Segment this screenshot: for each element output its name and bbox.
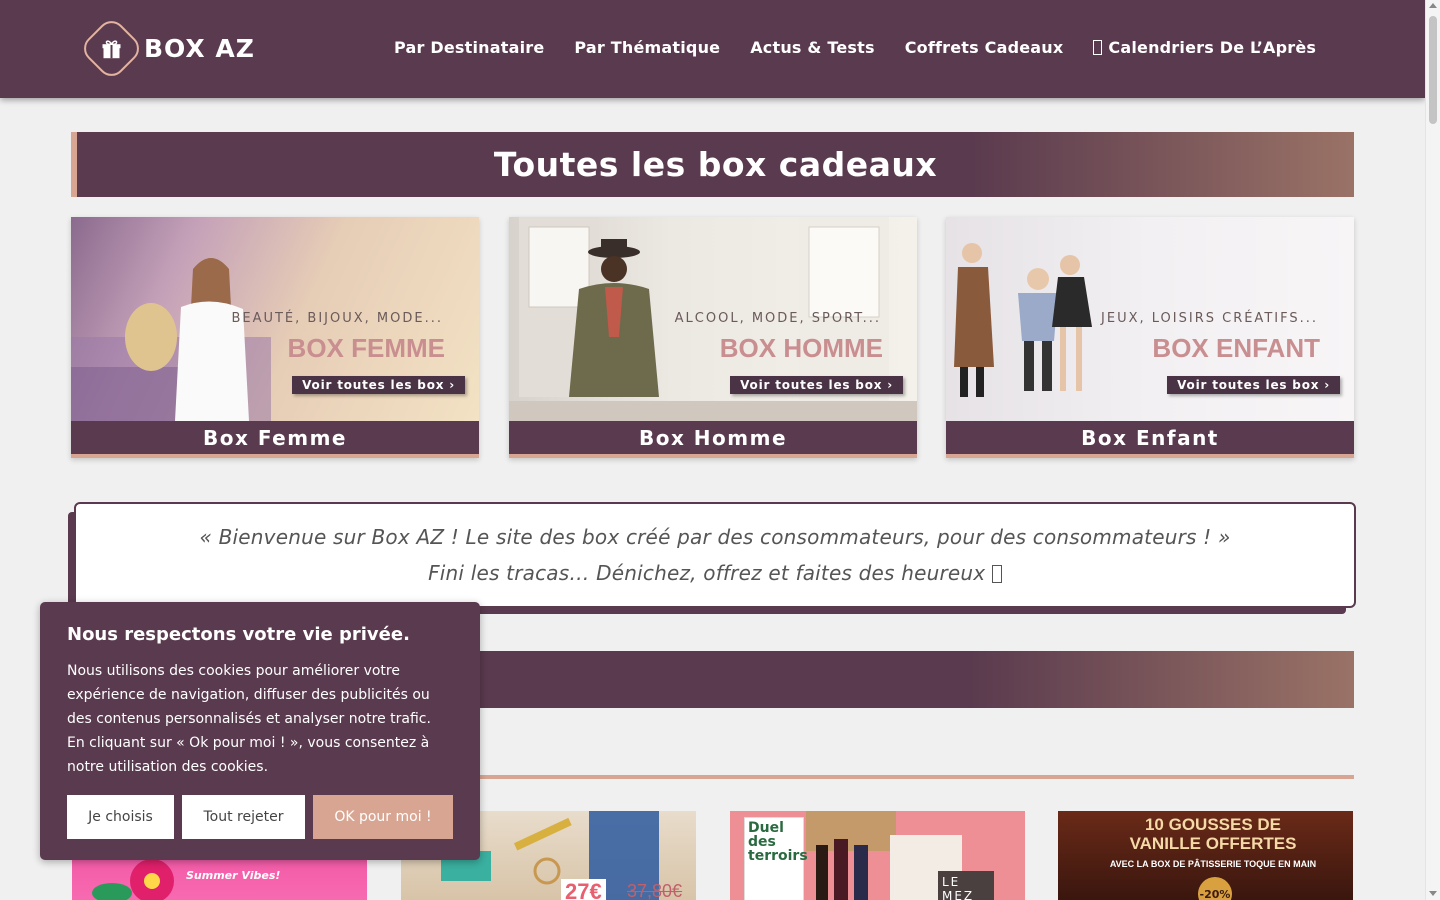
cookie-consent-dialog: Nous respectons votre vie privée. Nous u… (40, 602, 480, 860)
product-thumb-3[interactable]: Duel des terroirs LE MEZ (730, 811, 1025, 900)
voir-toutes-button[interactable]: Voir toutes les box › (1167, 376, 1340, 394)
category-image-homme[interactable]: ALCOOL, MODE, SPORT... BOX HOMME Voir to… (509, 217, 917, 421)
missing-glyph-icon (991, 565, 1002, 583)
main-nav: Par Destinataire Par Thématique Actus & … (394, 38, 1346, 57)
product-price: 27€ (561, 879, 606, 900)
site-header: BOX AZ Par Destinataire Par Thématique A… (0, 0, 1425, 98)
product-thumb-text: Summer Vibes! (186, 869, 281, 882)
voir-toutes-button[interactable]: Voir toutes les box › (730, 376, 903, 394)
welcome-line-2: Fini les tracas… Dénichez, offrez et fai… (428, 555, 1002, 591)
cookie-body: Nous utilisons des cookies pour améliore… (67, 663, 431, 775)
section-banner: Toutes les box cadeaux (71, 132, 1354, 197)
category-image-subtitle: BEAUTÉ, BIJOUX, MODE... (231, 311, 443, 326)
welcome-line-2-text: Fini les tracas… Dénichez, offrez et fai… (428, 561, 986, 585)
category-image-title: BOX ENFANT (1152, 333, 1320, 363)
page-title: Toutes les box cadeaux (493, 145, 938, 184)
category-caption[interactable]: Box Femme (71, 421, 479, 458)
product-headline: 10 GOUSSES DE VANILLE OFFERTES (1129, 815, 1297, 853)
category-card-femme[interactable]: BEAUTÉ, BIJOUX, MODE... BOX FEMME Voir t… (71, 217, 479, 458)
nav-par-thematique[interactable]: Par Thématique (574, 38, 720, 57)
category-image-title: BOX FEMME (287, 333, 445, 363)
reject-all-button[interactable]: Tout rejeter (182, 795, 305, 839)
voir-toutes-button[interactable]: Voir toutes les box › (292, 376, 465, 394)
welcome-box: « Bienvenue sur Box AZ ! Le site des box… (74, 502, 1356, 608)
category-card-enfant[interactable]: JEUX, LOISIRS CRÉATIFS... BOX ENFANT Voi… (946, 217, 1354, 458)
gift-icon (78, 15, 145, 82)
product-subheadline: AVEC LA BOX DE PÂTISSERIE TOQUE EN MAIN (1109, 859, 1317, 869)
nav-actus-tests[interactable]: Actus & Tests (750, 38, 874, 57)
category-caption[interactable]: Box Enfant (946, 421, 1354, 458)
product-thumb-4[interactable]: 10 GOUSSES DE VANILLE OFFERTES AVEC LA B… (1058, 811, 1353, 900)
product-old-price: 37,80€ (627, 881, 683, 900)
category-image-subtitle: JEUX, LOISIRS CRÉATIFS... (1101, 311, 1318, 326)
nav-calendriers[interactable]: Calendriers De L’Après (1093, 38, 1316, 57)
scroll-down-icon[interactable] (1429, 891, 1437, 896)
nav-coffrets-cadeaux[interactable]: Coffrets Cadeaux (905, 38, 1064, 57)
nav-calendriers-label: Calendriers De L’Après (1108, 38, 1317, 57)
logo-text: BOX AZ (144, 34, 255, 63)
discount-badge: -20% (1198, 877, 1232, 900)
nav-par-destinataire[interactable]: Par Destinataire (394, 38, 544, 57)
product-bag-label: LE MEZ (938, 871, 994, 900)
cookie-title: Nous respectons votre vie privée. (67, 624, 410, 645)
category-image-title: BOX HOMME (719, 333, 883, 363)
welcome-line-1: « Bienvenue sur Box AZ ! Le site des box… (199, 525, 1231, 549)
category-caption[interactable]: Box Homme (509, 421, 917, 458)
category-image-enfant[interactable]: JEUX, LOISIRS CRÉATIFS... BOX ENFANT Voi… (946, 217, 1354, 421)
cookie-buttons: Je choisis Tout rejeter OK pour moi ! (67, 795, 461, 839)
choose-cookies-button[interactable]: Je choisis (67, 795, 174, 839)
page-scrollbar[interactable] (1425, 0, 1440, 900)
accept-cookies-button[interactable]: OK pour moi ! (313, 795, 453, 839)
missing-glyph-icon (1093, 40, 1103, 55)
scroll-up-icon[interactable] (1429, 3, 1437, 8)
category-card-homme[interactable]: ALCOOL, MODE, SPORT... BOX HOMME Voir to… (509, 217, 917, 458)
site-logo[interactable]: BOX AZ (78, 15, 255, 82)
category-image-subtitle: ALCOOL, MODE, SPORT... (674, 311, 881, 326)
scroll-thumb[interactable] (1429, 16, 1437, 124)
category-image-femme[interactable]: BEAUTÉ, BIJOUX, MODE... BOX FEMME Voir t… (71, 217, 479, 421)
